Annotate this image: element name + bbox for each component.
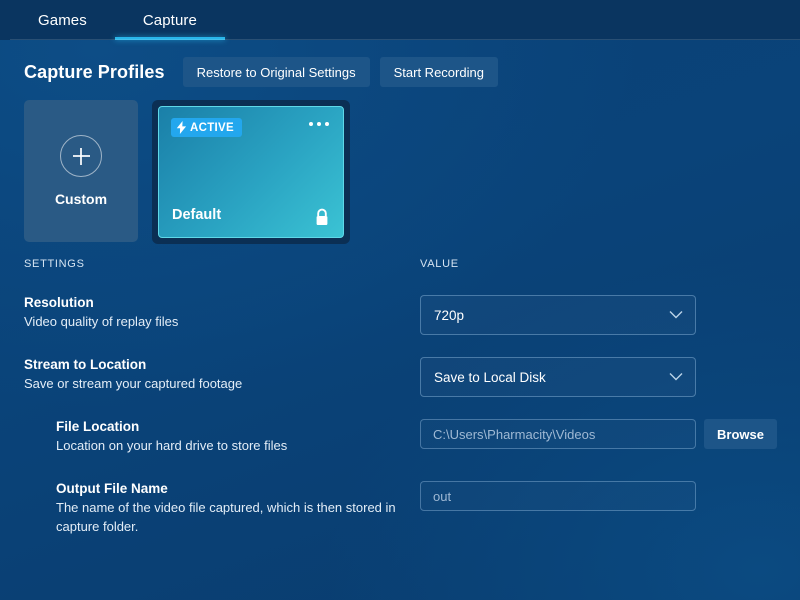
stream-to-location-select-value: Save to Local Disk [434, 369, 546, 385]
profile-card-default-label: Default [172, 207, 222, 223]
setting-label-group: Output File Name The name of the video f… [0, 480, 420, 536]
capture-settings-window: Games Capture Capture Profiles Restore t… [0, 0, 800, 600]
status-badge-label: ACTIVE [190, 121, 234, 134]
profile-card-custom[interactable]: Custom [24, 100, 138, 242]
tab-capture-label: Capture [142, 11, 197, 29]
setting-row-resolution: Resolution Video quality of replay files… [0, 294, 800, 338]
restore-to-original-settings-button[interactable]: Restore to Original Settings [182, 57, 370, 87]
settings-table-header: SETTINGS VALUE [0, 258, 800, 276]
setting-label-group: Resolution Video quality of replay files [0, 294, 420, 331]
setting-value-group: 720p [420, 294, 696, 335]
browse-button[interactable]: Browse [704, 419, 777, 449]
setting-description: Location on your hard drive to store fil… [56, 438, 288, 453]
chevron-down-icon [669, 373, 683, 381]
output-file-name-input[interactable] [420, 481, 696, 511]
lock-icon [316, 208, 328, 225]
profile-card-default[interactable]: ACTIVE Default [152, 100, 350, 244]
setting-value-group [420, 480, 696, 511]
tab-games-label: Games [38, 11, 87, 29]
chevron-down-icon [669, 311, 683, 319]
column-header-value: VALUE [420, 258, 459, 270]
status-badge: ACTIVE [171, 118, 242, 137]
setting-title: Output File Name [56, 481, 168, 496]
settings-table: SETTINGS VALUE Resolution Video quality … [0, 244, 800, 536]
setting-label-group: Stream to Location Save or stream your c… [0, 356, 420, 393]
setting-title: Stream to Location [24, 357, 147, 372]
setting-value-group: Save to Local Disk [420, 356, 696, 397]
profile-card-custom-label: Custom [54, 191, 108, 207]
resolution-select-value: 720p [434, 307, 465, 323]
setting-description: Video quality of replay files [24, 314, 179, 329]
setting-title: File Location [56, 419, 140, 434]
setting-title: Resolution [24, 295, 94, 310]
setting-description: Save or stream your captured footage [24, 376, 243, 391]
profile-card-default-surface: ACTIVE Default [158, 106, 344, 238]
profile-card-list: Custom ACTIVE Default [0, 87, 800, 244]
resolution-select[interactable]: 720p [420, 295, 696, 335]
main-tabbar: Games Capture [0, 0, 800, 40]
setting-description: The name of the video file captured, whi… [56, 500, 396, 534]
plus-icon [60, 135, 102, 177]
header-row: Capture Profiles Restore to Original Set… [0, 40, 800, 87]
column-header-settings: SETTINGS [24, 258, 85, 270]
lightning-bolt-icon [176, 121, 187, 134]
setting-row-file-location: File Location Location on your hard driv… [0, 418, 800, 462]
more-options-icon[interactable] [309, 122, 329, 126]
page-title: Capture Profiles [24, 61, 165, 82]
tab-capture[interactable]: Capture [114, 0, 226, 40]
setting-row-stream-to-location: Stream to Location Save or stream your c… [0, 356, 800, 400]
tab-games[interactable]: Games [10, 0, 115, 40]
file-location-input[interactable] [420, 419, 696, 449]
stream-to-location-select[interactable]: Save to Local Disk [420, 357, 696, 397]
setting-label-group: File Location Location on your hard driv… [0, 418, 420, 455]
setting-value-group: Browse [420, 418, 777, 449]
start-recording-button[interactable]: Start Recording [379, 57, 498, 87]
setting-row-output-file-name: Output File Name The name of the video f… [0, 480, 800, 536]
